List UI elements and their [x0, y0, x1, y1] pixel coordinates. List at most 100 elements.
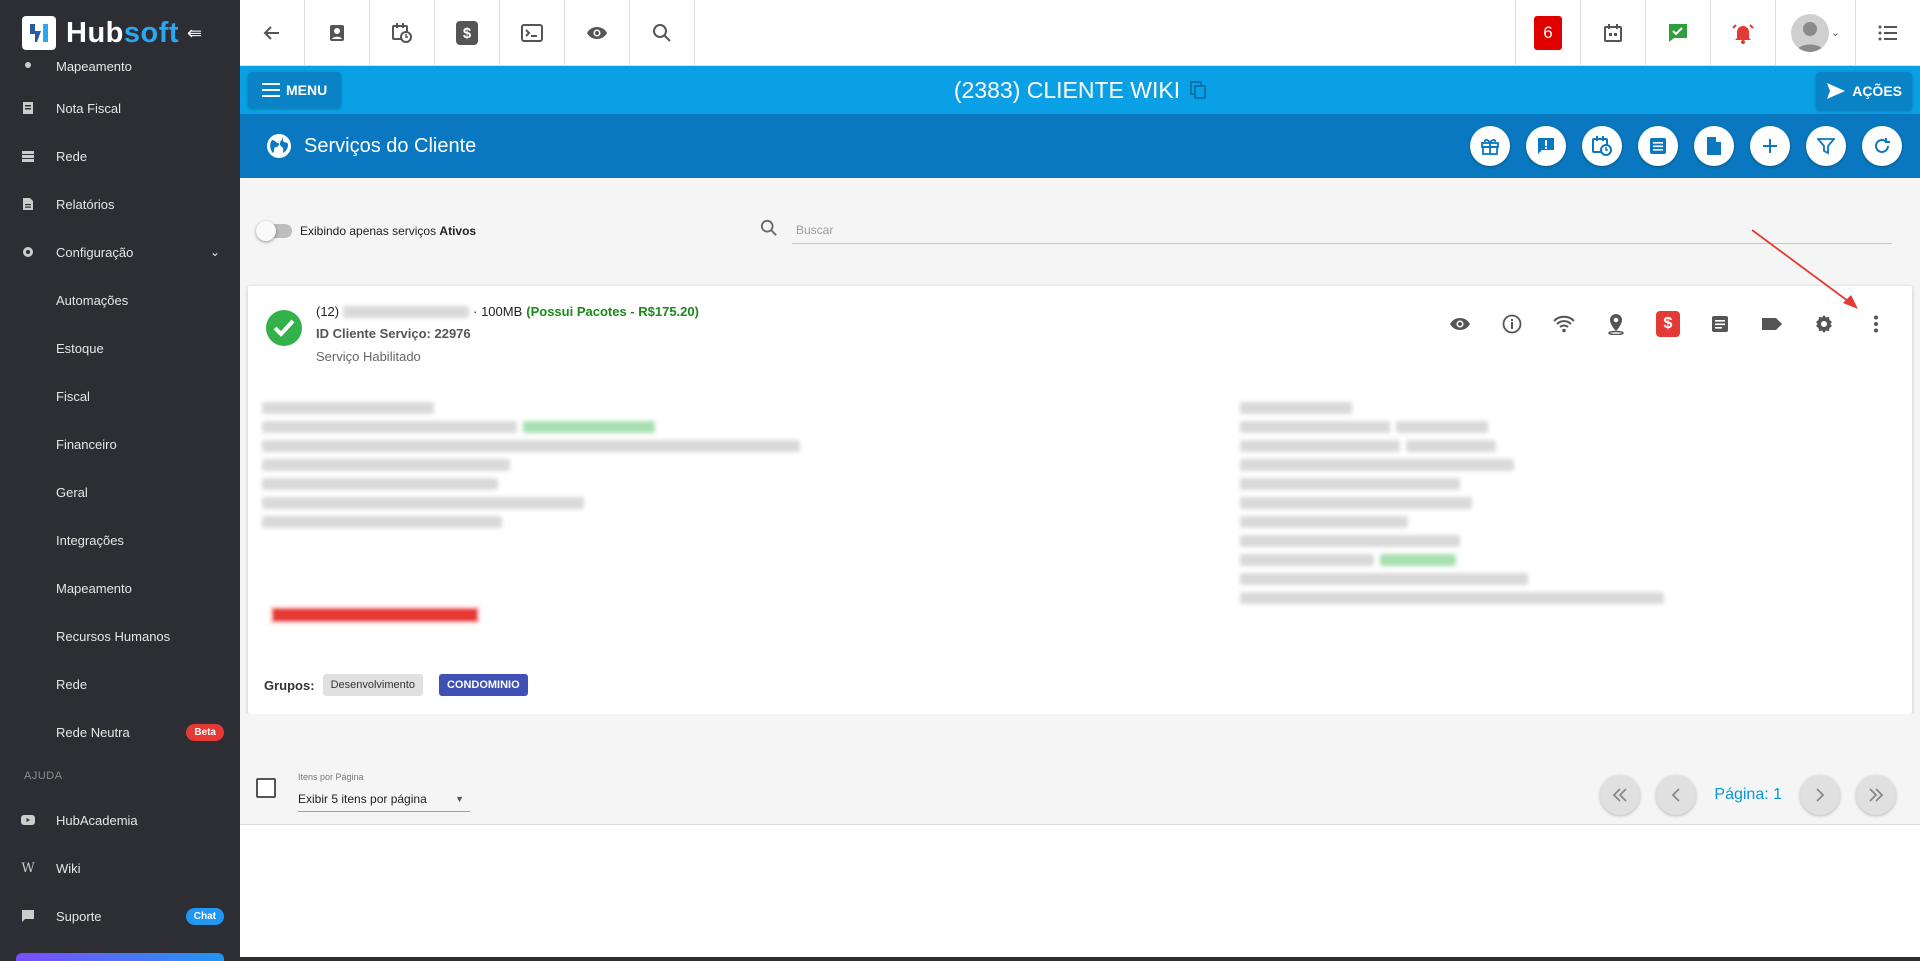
active-services-toggle[interactable] [256, 221, 292, 241]
sidebar-item-mapeamento-partial[interactable]: Mapeamento [0, 58, 240, 74]
redacted-details-left [262, 402, 800, 535]
refresh-button[interactable] [1862, 126, 1902, 166]
schedule-service-button[interactable] [1582, 126, 1622, 166]
select-all-checkbox[interactable] [256, 778, 276, 798]
chevron-down-icon: ⌄ [1830, 27, 1841, 39]
group-chip-desenvolvimento[interactable]: Desenvolvimento [322, 674, 423, 696]
chat-icon [0, 909, 56, 923]
client-card-button[interactable] [305, 0, 370, 66]
sidebar-subitem-automacoes[interactable]: Automações [0, 276, 240, 324]
notes-button[interactable] [1706, 310, 1734, 338]
search-icon [760, 219, 777, 236]
finance-service-button[interactable]: $ [1654, 310, 1682, 338]
alarm-button[interactable] [1710, 0, 1775, 66]
chevron-left-icon [1672, 788, 1681, 802]
avatar [1790, 13, 1829, 52]
double-chevron-right-icon [1869, 788, 1884, 802]
refresh-icon [1875, 138, 1890, 153]
list-document-icon [1712, 316, 1728, 332]
gift-button[interactable] [1470, 126, 1510, 166]
tag-button[interactable] [1758, 310, 1786, 338]
list-menu-button[interactable] [1855, 0, 1920, 66]
service-title: (12) · 100MB (Possui Pacotes - R$175.20) [316, 304, 699, 319]
menu-button[interactable]: MENU [248, 72, 342, 108]
back-button[interactable] [240, 0, 305, 66]
dollar-icon: $ [1656, 311, 1680, 337]
sidebar-item-nota-fiscal[interactable]: Nota Fiscal [0, 84, 240, 132]
chevron-right-icon [1816, 788, 1825, 802]
first-page-button[interactable] [1600, 775, 1641, 815]
file-button[interactable] [1694, 126, 1734, 166]
search-button[interactable] [630, 0, 695, 66]
chat-badge: Chat [185, 907, 224, 925]
sidebar-subitem-financeiro[interactable]: Financeiro [0, 420, 240, 468]
sidebar-bottom-bar[interactable] [16, 953, 224, 961]
notification-count-badge: 6 [1534, 16, 1562, 50]
arrow-left-icon [263, 26, 279, 40]
actions-button[interactable]: AÇÕES [1816, 72, 1912, 110]
wifi-button[interactable] [1550, 310, 1578, 338]
sidebar-item-rede[interactable]: Rede [0, 132, 240, 180]
group-chip-condominio[interactable]: CONDOMINIO [438, 674, 528, 696]
list-document-icon [1650, 138, 1666, 154]
redacted-alert-label [270, 606, 480, 624]
notifications-count-button[interactable]: 6 [1515, 0, 1580, 66]
sidebar-subitem-estoque[interactable]: Estoque [0, 324, 240, 372]
sidebar-item-suporte[interactable]: Suporte Chat [0, 892, 240, 940]
sidebar-item-wiki[interactable]: W Wiki [0, 844, 240, 892]
calendar-icon [1604, 24, 1622, 42]
sidebar-subitem-recursos-humanos[interactable]: Recursos Humanos [0, 612, 240, 660]
items-per-page-label: Itens por Página [298, 772, 364, 782]
sidebar-subitem-fiscal[interactable]: Fiscal [0, 372, 240, 420]
info-button[interactable] [1498, 310, 1526, 338]
hamburger-icon [262, 83, 280, 97]
list-document-button[interactable] [1638, 126, 1678, 166]
filter-button[interactable] [1806, 126, 1846, 166]
hubsoft-logo-icon [22, 16, 56, 50]
last-page-button[interactable] [1856, 775, 1896, 815]
sidebar-subitem-geral[interactable]: Geral [0, 468, 240, 516]
sidebar-subitem-rede[interactable]: Rede [0, 660, 240, 708]
items-per-page-select[interactable]: Exibir 5 itens por página ▼ [298, 786, 470, 812]
eye-icon [587, 27, 607, 39]
send-icon [1827, 83, 1846, 99]
tasks-button[interactable] [1645, 0, 1710, 66]
sidebar-subitem-rede-neutra[interactable]: Rede Neutra Beta [0, 708, 240, 756]
location-button[interactable] [1602, 310, 1630, 338]
sidebar-item-configuracao[interactable]: Configuração ⌄ [0, 228, 240, 276]
sidebar-item-hubacademia[interactable]: HubAcademia [0, 796, 240, 844]
main-content: Exibindo apenas serviços Ativos (12) · 1… [240, 178, 1920, 824]
collapse-sidebar-icon[interactable]: ⇚ [187, 23, 202, 44]
more-options-button[interactable] [1862, 310, 1890, 338]
settings-button[interactable] [1810, 310, 1838, 338]
dropdown-arrow-icon: ▼ [455, 793, 464, 804]
sidebar-subitem-integracoes[interactable]: Integrações [0, 516, 240, 564]
terminal-button[interactable] [500, 0, 565, 66]
groups-row: Grupos: Desenvolvimento CONDOMINIO [264, 674, 528, 696]
view-button[interactable] [565, 0, 630, 66]
dollar-icon: $ [456, 21, 478, 45]
active-filter-label: Exibindo apenas serviços Ativos [300, 224, 477, 238]
calendar-clock-icon [1592, 136, 1612, 156]
service-id: ID Cliente Serviço: 22976 [316, 326, 471, 341]
filter-row: Exibindo apenas serviços Ativos [240, 178, 1920, 286]
calendar-clock-icon [392, 23, 412, 43]
search-icon [653, 24, 671, 42]
finance-button[interactable]: $ [435, 0, 500, 66]
sidebar-item-relatorios[interactable]: Relatórios [0, 180, 240, 228]
view-service-button[interactable] [1446, 310, 1474, 338]
alert-message-button[interactable] [1526, 126, 1566, 166]
previous-page-button[interactable] [1656, 775, 1697, 815]
wifi-icon [1553, 315, 1575, 333]
copy-icon[interactable] [1190, 81, 1206, 99]
plus-icon [1763, 139, 1777, 153]
sidebar-subitem-mapeamento[interactable]: Mapeamento [0, 564, 240, 612]
brand-logo[interactable]: Hubsoft ⇚ [0, 0, 240, 66]
eye-icon [1450, 318, 1470, 330]
add-service-button[interactable] [1750, 126, 1790, 166]
calendar-button[interactable] [1580, 0, 1645, 66]
search-input[interactable] [792, 216, 1892, 244]
user-menu[interactable]: ⌄ [1775, 0, 1855, 65]
schedule-button[interactable] [370, 0, 435, 66]
next-page-button[interactable] [1800, 775, 1840, 815]
